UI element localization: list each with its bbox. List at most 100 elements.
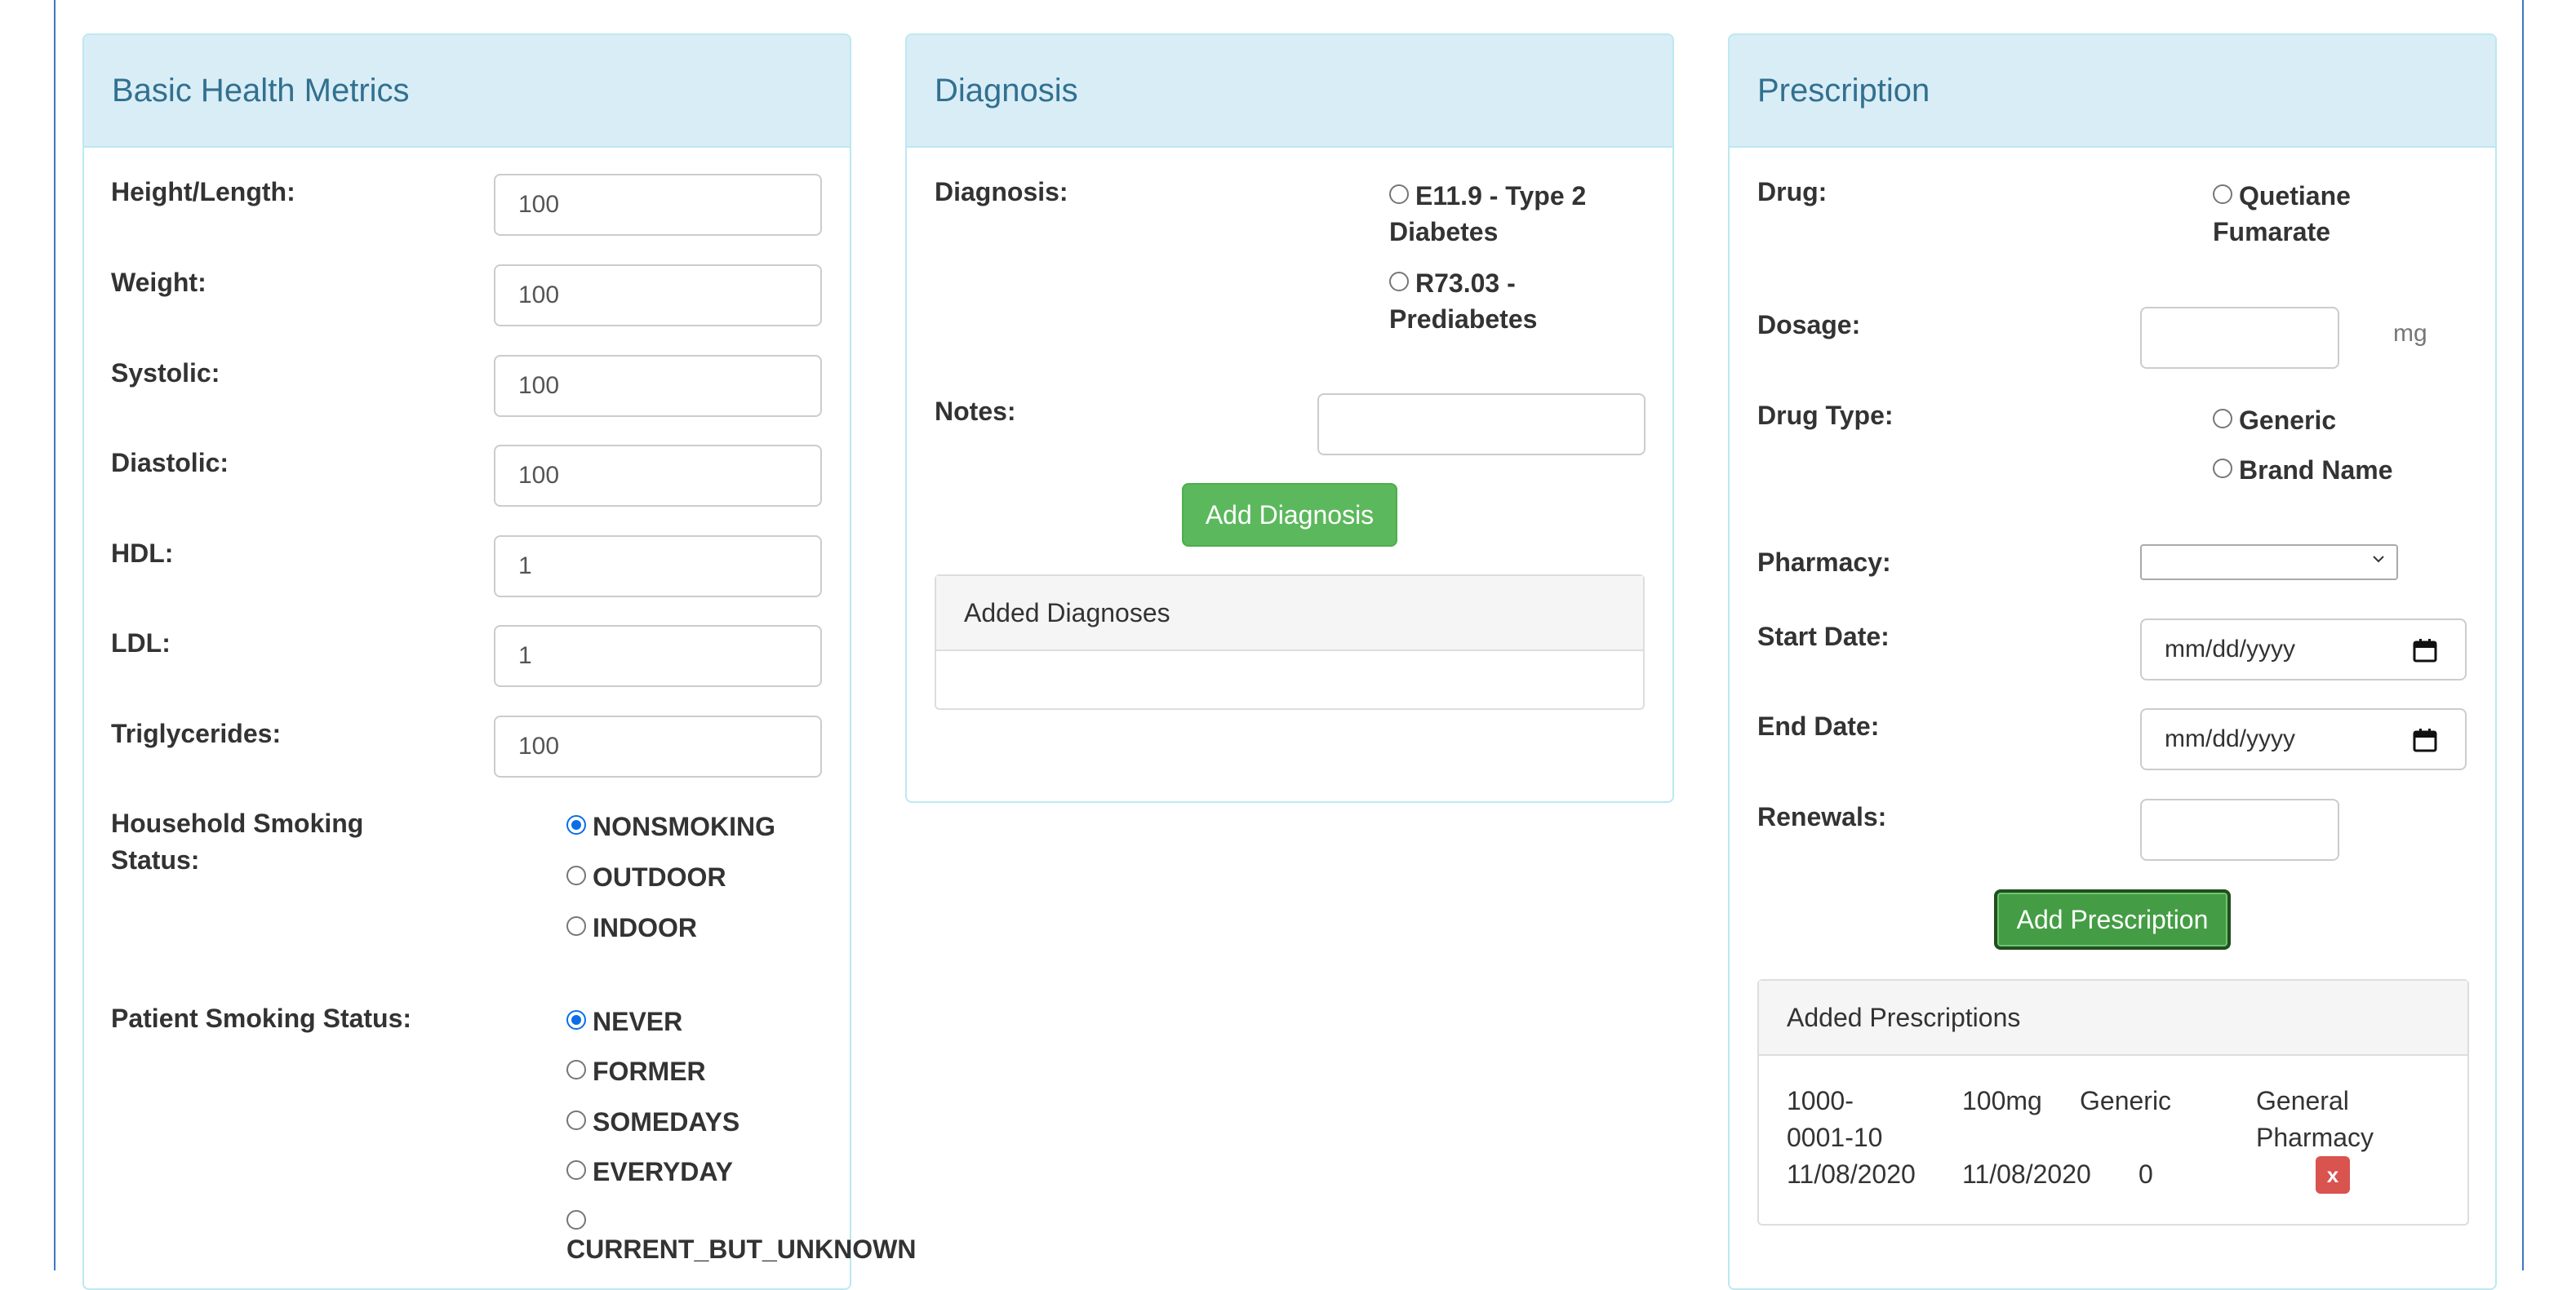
- dosage-label: Dosage:: [1757, 310, 1861, 339]
- household-smoking-label-line2: Status:: [111, 845, 200, 875]
- start-date-input[interactable]: mm/dd/yyyy: [2140, 618, 2467, 680]
- option-label: Quetiane: [2239, 181, 2351, 211]
- radio-icon[interactable]: [1389, 272, 1409, 291]
- radio-icon[interactable]: [566, 1060, 586, 1079]
- panel-title: Prescription: [1757, 72, 1930, 109]
- patient-option-current-but-unknown[interactable]: [566, 1203, 593, 1230]
- drug-type-value: Generic: [2080, 1086, 2172, 1115]
- systolic-value: 100: [518, 372, 560, 399]
- hdl-label: HDL:: [111, 539, 174, 568]
- diagnosis-option-r73-03[interactable]: R73.03 -: [1389, 264, 1516, 302]
- weight-input[interactable]: 100: [494, 264, 822, 326]
- radio-icon[interactable]: [566, 916, 586, 936]
- height-input[interactable]: 100: [494, 174, 822, 236]
- patient-option-everyday[interactable]: EVERYDAY: [566, 1153, 733, 1190]
- health-metrics-heading: Basic Health Metrics: [84, 35, 850, 148]
- renewals-value: 0: [2139, 1159, 2153, 1189]
- option-label: NONSMOKING: [593, 812, 775, 841]
- patient-option-never[interactable]: NEVER: [566, 1003, 682, 1040]
- notes-input[interactable]: [1317, 393, 1646, 455]
- option-label: INDOOR: [593, 913, 697, 942]
- systolic-input[interactable]: 100: [494, 355, 822, 417]
- height-label: Height/Length:: [111, 177, 295, 206]
- diagnosis-option-e11-9[interactable]: E11.9 - Type 2: [1389, 177, 1586, 215]
- diagnosis-option-e11-9-line2: Diabetes: [1389, 217, 1499, 246]
- pharmacy-label: Pharmacy:: [1757, 547, 1891, 577]
- radio-icon[interactable]: [2213, 184, 2232, 204]
- end-date-input[interactable]: mm/dd/yyyy: [2140, 708, 2467, 770]
- radio-checked-icon[interactable]: [566, 1010, 586, 1030]
- household-option-outdoor[interactable]: OUTDOOR: [566, 858, 726, 896]
- notes-label: Notes:: [935, 397, 1016, 426]
- option-label: EVERYDAY: [593, 1157, 733, 1186]
- add-prescription-button[interactable]: Add Prescription: [1994, 889, 2231, 950]
- drug-code-line2: 0001-10: [1787, 1123, 1883, 1152]
- option-label: E11.9 - Type 2: [1415, 181, 1587, 211]
- pharmacy-line2: Pharmacy: [2256, 1123, 2374, 1152]
- drug-label: Drug:: [1757, 177, 1828, 206]
- radio-icon[interactable]: [2213, 459, 2232, 478]
- added-diagnoses-panel: Added Diagnoses: [935, 574, 1645, 710]
- drug-type-option-generic[interactable]: Generic: [2213, 401, 2336, 439]
- start-date-label: Start Date:: [1757, 622, 1890, 651]
- option-label: FORMER: [593, 1057, 706, 1086]
- ldl-value: 1: [518, 642, 532, 669]
- diastolic-value: 100: [518, 462, 560, 489]
- drug-type-option-brand-name[interactable]: Brand Name: [2213, 451, 2393, 489]
- add-diagnosis-button[interactable]: Add Diagnosis: [1182, 483, 1397, 547]
- household-option-nonsmoking[interactable]: NONSMOKING: [566, 808, 775, 845]
- radio-icon[interactable]: [2213, 409, 2232, 428]
- triglycerides-input[interactable]: 100: [494, 716, 822, 778]
- dosage-unit: mg: [2393, 320, 2427, 347]
- start-date-placeholder: mm/dd/yyyy: [2165, 636, 2296, 663]
- panel-title: Basic Health Metrics: [112, 72, 410, 109]
- end-date-label: End Date:: [1757, 711, 1880, 741]
- drug-option-quetiane[interactable]: Quetiane: [2213, 177, 2351, 215]
- end-date-placeholder: mm/dd/yyyy: [2165, 725, 2296, 752]
- renewals-input[interactable]: [2140, 799, 2339, 861]
- radio-icon[interactable]: [566, 1160, 586, 1180]
- weight-label: Weight:: [111, 268, 207, 297]
- drug-type-label: Drug Type:: [1757, 401, 1894, 430]
- pharmacy-line1: General: [2256, 1086, 2349, 1115]
- renewals-label: Renewals:: [1757, 802, 1887, 831]
- diastolic-input[interactable]: 100: [494, 445, 822, 507]
- radio-icon[interactable]: [566, 1210, 586, 1230]
- added-diagnoses-heading: Added Diagnoses: [936, 576, 1643, 651]
- diagnosis-label: Diagnosis:: [935, 177, 1068, 206]
- option-label: NEVER: [593, 1007, 683, 1036]
- radio-icon[interactable]: [1389, 184, 1409, 204]
- radio-icon[interactable]: [566, 866, 586, 885]
- hdl-value: 1: [518, 552, 532, 579]
- container-border-right: [2522, 0, 2524, 1270]
- drug-code-line1: 1000-: [1787, 1086, 1854, 1115]
- option-label: Generic: [2239, 406, 2337, 435]
- start-date-value: 11/08/2020: [1787, 1159, 1916, 1189]
- prescription-heading: Prescription: [1730, 35, 2495, 148]
- radio-icon[interactable]: [566, 1110, 586, 1130]
- triglycerides-value: 100: [518, 733, 560, 760]
- dosage-value: 100mg: [1962, 1086, 2042, 1115]
- end-date-value: 11/08/2020: [1962, 1159, 2091, 1189]
- delete-prescription-button[interactable]: x: [2316, 1156, 2350, 1194]
- triglycerides-label: Triglycerides:: [111, 719, 282, 748]
- radio-checked-icon[interactable]: [566, 815, 586, 835]
- ldl-input[interactable]: 1: [494, 625, 822, 687]
- household-smoking-label-line1: Household Smoking: [111, 809, 364, 838]
- hdl-input[interactable]: 1: [494, 535, 822, 597]
- page-frame: Basic Health Metrics Height/Length: 100 …: [0, 0, 2576, 1290]
- household-option-indoor[interactable]: INDOOR: [566, 909, 697, 946]
- calendar-icon[interactable]: [2413, 728, 2437, 752]
- chevron-down-icon: [2373, 556, 2384, 563]
- pharmacy-select[interactable]: [2140, 544, 2398, 580]
- dosage-input[interactable]: [2140, 307, 2339, 369]
- patient-smoking-label: Patient Smoking Status:: [111, 1004, 412, 1033]
- patient-option-former[interactable]: FORMER: [566, 1053, 706, 1090]
- diagnosis-heading: Diagnosis: [907, 35, 1672, 148]
- diastolic-label: Diastolic:: [111, 448, 229, 477]
- calendar-icon[interactable]: [2413, 638, 2437, 663]
- option-label: OUTDOOR: [593, 862, 726, 892]
- option-label: R73.03 -: [1415, 268, 1516, 298]
- current-but-unknown-label: CURRENT_BUT_UNKNOWN: [566, 1235, 917, 1264]
- patient-option-somedays[interactable]: SOMEDAYS: [566, 1103, 739, 1141]
